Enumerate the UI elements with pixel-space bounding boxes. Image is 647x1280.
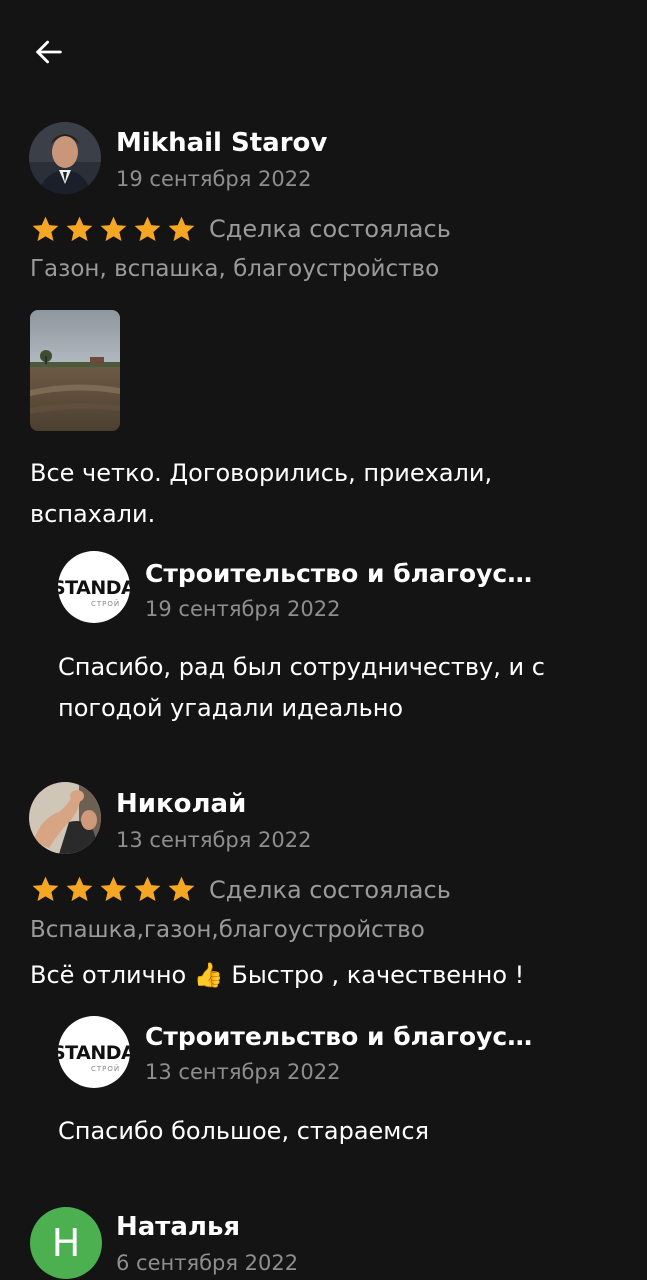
star-icon bbox=[100, 216, 127, 242]
rating-stars bbox=[30, 214, 197, 248]
review-date: 19 сентября 2022 bbox=[116, 167, 312, 191]
deal-status: Сделка состоялась bbox=[209, 876, 451, 904]
reply-text: Спасибо большое, стараемся bbox=[58, 1117, 430, 1145]
review-date: 13 сентября 2022 bbox=[116, 828, 312, 852]
reply-text: Спасибо, рад был сотрудничеству, и с пог… bbox=[58, 653, 545, 722]
star-icon bbox=[168, 216, 195, 242]
reply-author-name[interactable]: Строительство и благоустройство bbox=[145, 1022, 540, 1051]
author-name[interactable]: Наталья bbox=[116, 1212, 240, 1242]
review-date: 6 сентября 2022 bbox=[116, 1251, 299, 1275]
review-text: Все четко. Договорились, приехали, вспах… bbox=[30, 459, 493, 528]
back-button[interactable] bbox=[30, 34, 70, 74]
company-logo-subtext: СТРОЙ bbox=[91, 1065, 121, 1073]
review-text: Всё отлично 👍 Быстро , качественно ! bbox=[30, 961, 525, 989]
arrow-left-icon bbox=[36, 40, 62, 64]
company-avatar[interactable]: STANDARD СТРОЙ bbox=[58, 1016, 130, 1088]
company-logo-subtext: СТРОЙ bbox=[91, 600, 121, 608]
star-icon bbox=[134, 216, 161, 242]
review-photo[interactable] bbox=[30, 310, 120, 431]
star-icon bbox=[66, 876, 93, 902]
company-avatar[interactable]: STANDARD СТРОЙ bbox=[58, 551, 130, 623]
service-tags: Газон, вспашка, благоустройство bbox=[30, 256, 440, 282]
service-tags: Вспашка,газон,благоустройство bbox=[30, 917, 425, 943]
star-icon bbox=[168, 876, 195, 902]
author-name[interactable]: Николай bbox=[116, 789, 246, 819]
author-name[interactable]: Mikhail Starov bbox=[116, 128, 327, 158]
author-avatar[interactable] bbox=[29, 122, 101, 194]
reply-author-name[interactable]: Строительство и благоустройство bbox=[145, 559, 540, 588]
star-icon bbox=[100, 876, 127, 902]
star-icon bbox=[32, 876, 59, 902]
reply-date: 13 сентября 2022 bbox=[145, 1060, 341, 1084]
reply-date: 19 сентября 2022 bbox=[145, 597, 341, 621]
deal-status: Сделка состоялась bbox=[209, 215, 451, 243]
author-avatar[interactable]: Н bbox=[30, 1207, 102, 1279]
star-icon bbox=[134, 876, 161, 902]
rating-stars bbox=[30, 874, 197, 908]
top-bar bbox=[0, 0, 647, 100]
star-icon bbox=[66, 216, 93, 242]
author-avatar[interactable] bbox=[29, 782, 101, 854]
star-icon bbox=[32, 216, 59, 242]
company-logo-text: STANDARD bbox=[58, 577, 130, 599]
company-logo-text: STANDARD bbox=[58, 1042, 130, 1064]
